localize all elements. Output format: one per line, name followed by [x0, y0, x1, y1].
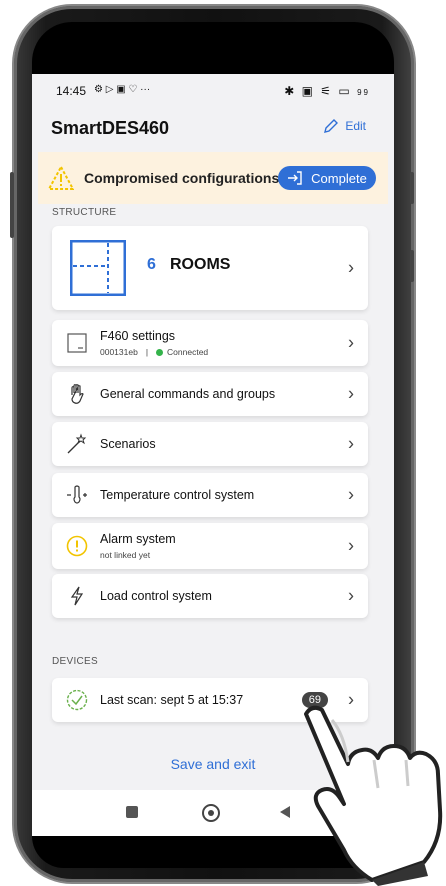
lightning-icon — [70, 586, 84, 606]
check-circle-icon — [66, 689, 88, 711]
load-control-label: Load control system — [100, 589, 212, 603]
load-control-item[interactable]: Load control system › — [52, 574, 368, 618]
scenarios-item[interactable]: Scenarios › — [52, 422, 368, 466]
f460-sub: 000131eb | Connected — [100, 347, 208, 357]
edit-button[interactable]: Edit — [323, 118, 366, 134]
temperature-item[interactable]: Temperature control system › — [52, 473, 368, 517]
general-commands-label: General commands and groups — [100, 387, 276, 401]
complete-button[interactable]: Complete — [278, 166, 376, 190]
rooms-label: ROOMS — [170, 256, 231, 273]
recents-button[interactable] — [126, 806, 138, 818]
app-bar: SmartDES460 Edit — [32, 112, 394, 148]
pencil-icon — [324, 119, 339, 133]
status-bar: 14:45 ⚙ ▷ ▣ ♡ ··· ✱ ▣ ⚟ ▭ 99 — [32, 74, 394, 104]
alarm-sub: not linked yet — [100, 550, 151, 560]
device-icon — [67, 333, 87, 353]
section-structure: STRUCTURE — [52, 207, 117, 218]
chevron-right-icon: › — [348, 585, 354, 606]
f460-settings-item[interactable]: F460 settings 000131eb | Connected › — [52, 320, 368, 366]
status-right-icons-text: ✱ ▣ ⚟ ▭ — [284, 84, 352, 98]
status-left-icons: ⚙ ▷ ▣ ♡ ··· — [94, 84, 151, 95]
arrow-in-icon — [288, 171, 302, 185]
volume-button — [10, 172, 14, 238]
alert-icon — [66, 535, 88, 557]
hand-icon — [71, 384, 84, 404]
chevron-right-icon: › — [348, 433, 354, 454]
thermometer-icon — [67, 485, 87, 504]
alarm-item[interactable]: Alarm system not linked yet › — [52, 523, 368, 569]
general-commands-item[interactable]: General commands and groups › — [52, 372, 368, 416]
floor-plan-icon — [70, 240, 126, 296]
chevron-right-icon: › — [348, 383, 354, 404]
scenarios-label: Scenarios — [100, 437, 156, 451]
status-time: 14:45 — [56, 84, 87, 98]
temperature-label: Temperature control system — [100, 488, 255, 502]
device-id: 000131eb — [100, 347, 138, 357]
chevron-right-icon: › — [348, 535, 354, 556]
phone-top-bezel — [32, 22, 394, 74]
connection-status: Connected — [167, 347, 209, 357]
app-title: SmartDES460 — [51, 118, 170, 138]
compromised-banner: Compromised configurations Complete — [38, 152, 388, 204]
magic-wand-icon — [67, 433, 87, 454]
power-button — [410, 172, 414, 204]
f460-label: F460 settings — [100, 329, 176, 343]
edit-label: Edit — [345, 119, 366, 133]
pointing-hand-icon — [304, 705, 443, 886]
complete-label: Complete — [311, 170, 367, 186]
sub-separator: | — [145, 347, 149, 357]
alarm-label: Alarm system — [100, 532, 176, 546]
rooms-card[interactable]: 6 ROOMS › — [52, 226, 368, 310]
connected-dot-icon — [156, 348, 164, 356]
rooms-count: 6 — [147, 256, 156, 273]
chevron-right-icon: › — [348, 332, 354, 353]
warning-icon — [48, 165, 74, 190]
battery-level: 99 — [357, 88, 370, 97]
side-button — [410, 250, 414, 282]
home-button[interactable] — [202, 804, 220, 822]
last-scan-label: Last scan: sept 5 at 15:37 — [100, 693, 244, 707]
section-devices: DEVICES — [52, 656, 99, 667]
chevron-right-icon: › — [348, 257, 354, 278]
banner-text: Compromised configurations — [84, 170, 280, 186]
status-right-icons: ✱ ▣ ⚟ ▭ 99 — [284, 84, 370, 98]
chevron-right-icon: › — [348, 484, 354, 505]
